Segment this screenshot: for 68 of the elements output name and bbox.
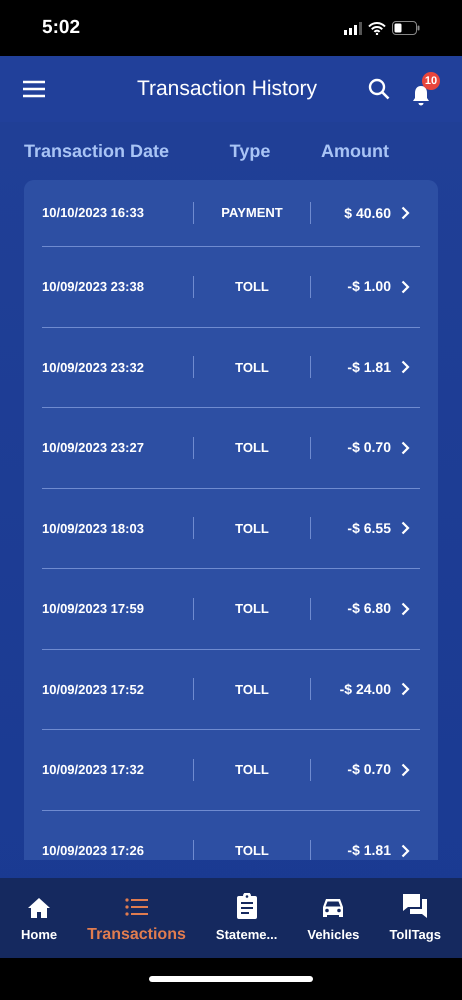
column-header: Type (228, 140, 272, 163)
chevron-icon (401, 521, 410, 536)
bell-icon (410, 84, 432, 106)
chevron-icon (401, 280, 410, 294)
type-cell-text: TOLL (234, 842, 270, 860)
type-cell-text: TOLL (234, 520, 270, 538)
amount-cell-text: -$ 6.55 (346, 518, 391, 538)
amount-cell-text: -$ 1.81 (346, 358, 391, 377)
tab-bar-item[interactable]: Transactions (87, 889, 186, 947)
amount-cell-text: -$ 24.00 (338, 680, 391, 699)
amount-cell-text: -$ 1.81 (346, 841, 391, 860)
chevron-icon (401, 682, 410, 696)
notifications-button[interactable]: 10 (410, 72, 440, 106)
transaction-row[interactable]: 10/09/2023 23:27 TOLL -$ 0.70 (42, 408, 420, 488)
car-icon (321, 897, 346, 920)
date-cell-text: 10/09/2023 23:32 (42, 358, 145, 376)
type-cell-text: TOLL (234, 761, 270, 779)
tab-bar-item[interactable]: Vehicles (307, 891, 360, 945)
transaction-row[interactable]: 10/09/2023 17:59 TOLL -$ 6.80 (42, 569, 420, 650)
chevron-icon (401, 440, 410, 455)
chevron-icon (401, 206, 410, 220)
transaction-row[interactable]: 10/10/2023 16:33 PAYMENT $ 40.60 (42, 180, 420, 247)
status-time: 5:02 (42, 16, 80, 40)
date-cell-text: 10/09/2023 18:03 (42, 520, 145, 538)
amount-cell-text: -$ 1.00 (346, 277, 391, 296)
date-cell-text: 10/09/2023 17:59 (42, 600, 145, 618)
date-cell-text: 10/09/2023 23:27 (42, 439, 145, 457)
chevron-icon (401, 602, 410, 616)
amount-cell-text: -$ 6.80 (346, 599, 391, 618)
chevron-icon (401, 762, 410, 777)
type-cell-text: TOLL (234, 680, 270, 698)
signal-icon (344, 22, 362, 34)
chevron-icon (401, 360, 410, 374)
chevron-icon (401, 844, 410, 858)
date-cell-text: 10/09/2023 23:38 (42, 278, 145, 296)
tab-bar-item[interactable]: Stateme... (216, 891, 278, 945)
menu-button[interactable] (22, 80, 46, 98)
column-header: Amount (320, 140, 390, 162)
transaction-row[interactable]: 10/09/2023 17:26 TOLL -$ 1.81 (42, 810, 420, 860)
date-cell-text: 10/09/2023 17:52 (42, 680, 145, 698)
date-cell-text: 10/09/2023 17:26 (42, 842, 145, 860)
battery-icon (392, 21, 420, 35)
type-cell-text: TOLL (234, 600, 270, 618)
amount-cell-text: -$ 0.70 (346, 438, 391, 458)
transaction-row[interactable]: 10/09/2023 17:52 TOLL -$ 24.00 (42, 650, 420, 730)
transaction-row[interactable]: 10/09/2023 23:32 TOLL -$ 1.81 (42, 328, 420, 408)
amount-cell-text: -$ 0.70 (346, 760, 391, 780)
type-cell-text: TOLL (234, 439, 270, 457)
chat-icon (402, 893, 428, 920)
transaction-row[interactable]: 10/09/2023 23:38 TOLL -$ 1.00 (42, 247, 420, 328)
list-icon (124, 897, 149, 917)
clipboard-icon (236, 893, 258, 920)
transaction-row[interactable]: 10/09/2023 17:32 TOLL -$ 0.70 (42, 730, 420, 810)
type-cell-text: PAYMENT (220, 204, 284, 222)
home-icon (27, 897, 52, 920)
screen-title: Transaction History (136, 76, 318, 102)
search-button[interactable] (368, 78, 390, 100)
type-cell-text: TOLL (234, 278, 270, 296)
wifi-icon (368, 22, 386, 34)
amount-cell-text: $ 40.60 (343, 204, 391, 222)
date-cell-text: 10/10/2023 16:33 (42, 204, 145, 222)
date-cell-text: 10/09/2023 17:32 (42, 761, 145, 779)
transaction-row[interactable]: 10/09/2023 18:03 TOLL -$ 6.55 (42, 488, 420, 569)
column-header: Transaction Date (24, 140, 170, 162)
type-cell-text: TOLL (234, 358, 270, 376)
tab-bar-item[interactable]: Home (21, 891, 58, 945)
tab-bar-item[interactable]: TollTags (389, 891, 441, 945)
notification-count: 10 (422, 72, 440, 90)
